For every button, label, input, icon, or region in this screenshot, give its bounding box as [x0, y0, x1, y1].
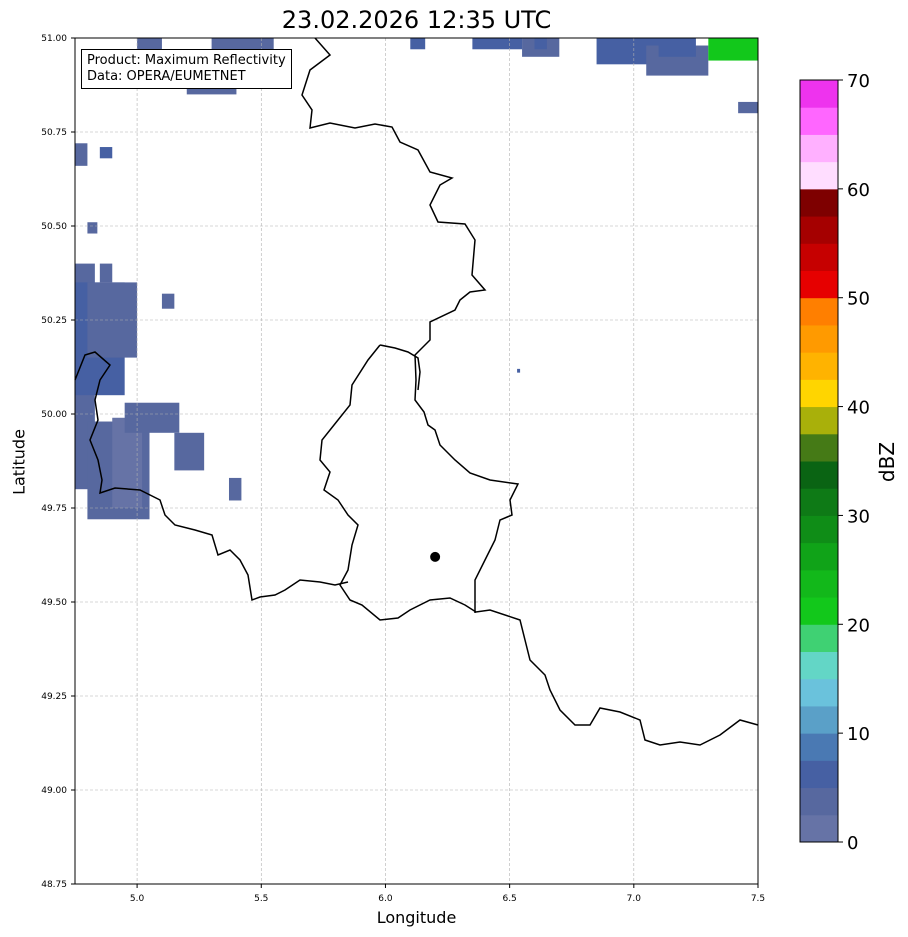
colorbar-segment	[800, 324, 838, 353]
colorbar-tick-label: 10	[847, 724, 870, 745]
x-tick-label: 7.0	[627, 894, 642, 904]
y-ticks: 48.75 49.00 49.25 49.50 49.75 50.00 50.25 50.50…	[41, 34, 75, 890]
y-tick-label: 50.25	[41, 316, 67, 326]
colorbar-label: dBZ	[875, 441, 899, 483]
colorbar-tick-label: 60	[847, 180, 870, 201]
colorbar-ticks: 0 10 20 30 40 50 60 70	[838, 71, 870, 854]
colorbar-segment	[800, 461, 838, 489]
colorbar-tick-label: 50	[847, 289, 870, 310]
x-tick-label: 5.5	[254, 894, 268, 904]
station-marker	[430, 551, 441, 562]
y-tick-label: 49.25	[41, 692, 67, 702]
colorbar-segment	[800, 297, 838, 326]
reflectivity-cell	[75, 143, 88, 166]
colorbar-segment	[800, 216, 838, 244]
colorbar-segment	[800, 379, 838, 408]
country-borders	[74, 37, 759, 746]
reflectivity-layer	[75, 38, 758, 520]
colorbar-segment	[800, 760, 838, 789]
colorbar-segment	[800, 678, 838, 707]
x-tick-label: 5.0	[130, 894, 145, 904]
reflectivity-cell	[99, 263, 113, 283]
y-tick-label: 50.50	[41, 222, 67, 232]
info-product: Product: Maximum Reflectivity	[87, 53, 286, 68]
y-tick-label: 50.00	[41, 410, 67, 420]
x-tick-label: 6.5	[502, 894, 516, 904]
border-line-lux-west	[379, 344, 421, 391]
reflectivity-cell	[174, 432, 205, 471]
reflectivity-cell	[124, 402, 180, 433]
reflectivity-cell	[534, 38, 547, 50]
info-box: Product: Maximum Reflectivity Data: OPER…	[81, 49, 292, 89]
colorbar-segment	[800, 705, 838, 734]
colorbar-segment	[800, 352, 838, 380]
info-data-source: Data: OPERA/EUMETNET	[87, 69, 246, 84]
colorbar-tick-label: 0	[847, 833, 858, 854]
reflectivity-cell	[228, 477, 242, 501]
radar-map: 5.0 5.5 6.0 6.5 7.0 7.5 48.7549.0049.2549.504…	[41, 34, 870, 904]
y-tick-label: 51.00	[41, 34, 67, 44]
colorbar-segment	[800, 107, 838, 135]
colorbar-segment	[800, 733, 838, 761]
reflectivity-cell	[161, 293, 175, 309]
reflectivity-cell	[87, 222, 98, 234]
border-line-north	[301, 37, 520, 613]
colorbar-tick-label: 70	[847, 71, 870, 92]
colorbar-tick-label: 30	[847, 506, 870, 527]
y-tick-label: 49.50	[41, 598, 67, 608]
reflectivity-cell	[708, 38, 758, 61]
colorbar-segment	[800, 134, 838, 163]
reflectivity-cell	[211, 38, 274, 50]
reflectivity-cell	[472, 38, 523, 50]
colorbar-segment	[800, 243, 838, 271]
reflectivity-cell	[517, 368, 521, 373]
reflectivity-cell	[738, 101, 758, 114]
colorbar-tick-label: 20	[847, 615, 870, 636]
x-tick-label: 6.0	[378, 894, 393, 904]
x-axis-label: Longitude	[376, 908, 457, 927]
y-tick-label: 48.75	[41, 880, 67, 890]
colorbar-segment	[800, 814, 838, 843]
colorbar-segment	[800, 651, 838, 680]
colorbar-segment	[800, 542, 838, 571]
colorbar-segment	[800, 270, 838, 299]
reflectivity-cell	[410, 38, 426, 50]
y-tick-label: 49.00	[41, 786, 67, 796]
colorbar-segment	[800, 515, 838, 544]
colorbar-segment	[800, 80, 838, 108]
colorbar-segment	[800, 188, 838, 217]
colorbar-segment	[800, 624, 838, 652]
y-tick-label: 49.75	[41, 504, 67, 514]
y-axis-label: Latitude	[9, 429, 29, 495]
colorbar-segment	[800, 161, 838, 190]
y-tick-label: 50.75	[41, 128, 67, 138]
colorbar	[800, 80, 838, 843]
reflectivity-cell	[658, 38, 696, 57]
colorbar-tick-label: 40	[847, 398, 870, 419]
colorbar-segment	[800, 597, 838, 625]
colorbar-segment	[800, 787, 838, 816]
reflectivity-cell	[99, 147, 113, 159]
x-tick-label: 7.5	[751, 894, 765, 904]
reflectivity-cell	[137, 38, 162, 50]
colorbar-segment	[800, 488, 838, 516]
x-ticks: 5.0 5.5 6.0 6.5 7.0 7.5	[130, 884, 765, 904]
colorbar-segment	[800, 433, 838, 462]
colorbar-segment	[800, 569, 838, 598]
colorbar-segment	[800, 406, 838, 435]
